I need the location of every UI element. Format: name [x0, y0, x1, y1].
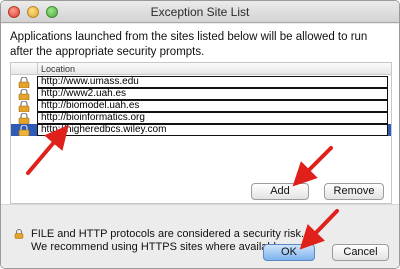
exception-site-list-window: Exception Site List Applications launche…: [0, 0, 400, 269]
location-column-header[interactable]: Location: [41, 63, 75, 75]
lock-icon: [18, 101, 30, 112]
lock-icon: [18, 113, 30, 124]
ok-button[interactable]: OK: [263, 244, 315, 261]
table-row[interactable]: http://www.umass.edu: [11, 76, 391, 88]
table-row[interactable]: http://biomodel.uah.es: [11, 100, 391, 112]
site-url-input[interactable]: http://higheredbcs.wiley.com: [37, 124, 388, 136]
intro-text: Applications launched from the sites lis…: [10, 31, 368, 58]
site-url-cell[interactable]: http://biomodel.uah.es: [37, 100, 388, 112]
site-url-cell[interactable]: http://bioinformatics.org: [37, 112, 388, 124]
add-button[interactable]: Add: [251, 183, 309, 200]
cancel-button[interactable]: Cancel: [332, 244, 389, 261]
site-url-cell[interactable]: http://www.umass.edu: [37, 76, 388, 88]
lock-icon: [18, 77, 30, 88]
table-row[interactable]: http://bioinformatics.org: [11, 112, 391, 124]
security-note-line-1: FILE and HTTP protocols are considered a…: [31, 228, 305, 240]
lock-icon: [14, 229, 24, 239]
window-title: Exception Site List: [150, 5, 250, 19]
title-bar: Exception Site List: [1, 1, 399, 23]
dialog-content: Applications launched from the sites lis…: [1, 24, 399, 268]
table-row[interactable]: http://www2.uah.es: [11, 88, 391, 100]
site-url-cell[interactable]: http://www2.uah.es: [37, 88, 388, 100]
remove-button[interactable]: Remove: [324, 183, 384, 200]
lock-icon: [18, 89, 30, 100]
lock-icon: [18, 125, 30, 136]
table-header: Location: [11, 63, 391, 75]
column-separator: [37, 63, 38, 75]
table-row-selected[interactable]: http://higheredbcs.wiley.com: [11, 124, 391, 136]
